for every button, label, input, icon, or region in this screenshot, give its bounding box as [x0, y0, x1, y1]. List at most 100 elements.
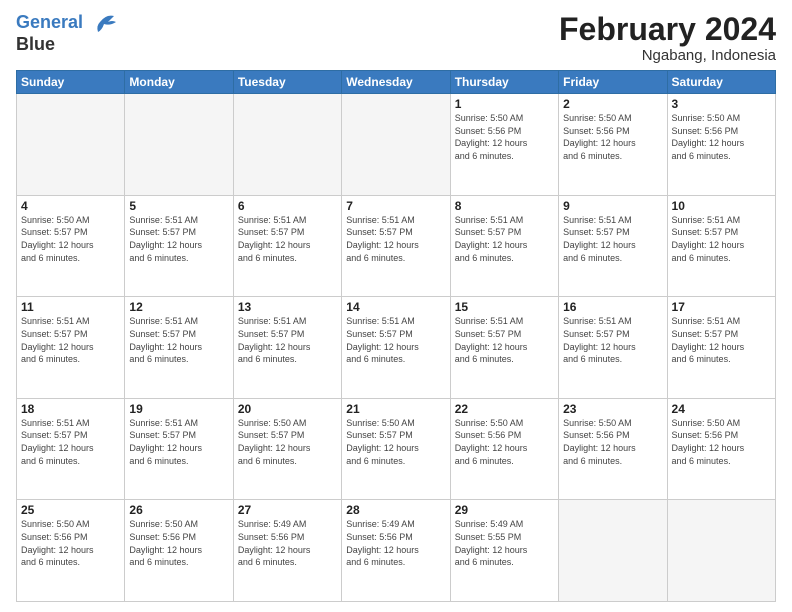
day-info: Sunrise: 5:50 AM Sunset: 5:56 PM Dayligh…	[672, 417, 771, 467]
calendar-week: 18 Sunrise: 5:51 AM Sunset: 5:57 PM Dayli…	[17, 398, 776, 500]
day-number: 4	[21, 199, 120, 213]
day-number: 22	[455, 402, 554, 416]
day-number: 6	[238, 199, 337, 213]
day-info: Sunrise: 5:49 AM Sunset: 5:56 PM Dayligh…	[238, 518, 337, 568]
day-number: 27	[238, 503, 337, 517]
logo-blue: Blue	[16, 34, 116, 55]
calendar-cell: 27Sunrise: 5:49 AM Sunset: 5:56 PM Dayli…	[233, 500, 341, 602]
calendar-cell: 21Sunrise: 5:50 AM Sunset: 5:57 PM Dayli…	[342, 398, 450, 500]
calendar-cell: 12Sunrise: 5:51 AM Sunset: 5:57 PM Dayli…	[125, 297, 233, 399]
day-info: Sunrise: 5:51 AM Sunset: 5:57 PM Dayligh…	[21, 315, 120, 365]
calendar-cell: 19Sunrise: 5:51 AM Sunset: 5:57 PM Dayli…	[125, 398, 233, 500]
day-number: 13	[238, 300, 337, 314]
calendar-cell: 23Sunrise: 5:50 AM Sunset: 5:56 PM Dayli…	[559, 398, 667, 500]
day-number: 29	[455, 503, 554, 517]
day-info: Sunrise: 5:50 AM Sunset: 5:57 PM Dayligh…	[21, 214, 120, 264]
day-info: Sunrise: 5:51 AM Sunset: 5:57 PM Dayligh…	[563, 315, 662, 365]
calendar-cell: 25Sunrise: 5:50 AM Sunset: 5:56 PM Dayli…	[17, 500, 125, 602]
calendar-cell	[342, 94, 450, 196]
calendar-week: 4Sunrise: 5:50 AM Sunset: 5:57 PM Daylig…	[17, 195, 776, 297]
day-info: Sunrise: 5:49 AM Sunset: 5:55 PM Dayligh…	[455, 518, 554, 568]
day-info: Sunrise: 5:51 AM Sunset: 5:57 PM Dayligh…	[129, 214, 228, 264]
day-number: 11	[21, 300, 120, 314]
header: General Blue February 2024 Ngabang, Indo…	[16, 12, 776, 64]
calendar-week: 25Sunrise: 5:50 AM Sunset: 5:56 PM Dayli…	[17, 500, 776, 602]
calendar-week: 1 Sunrise: 5:50 AM Sunset: 5:56 PM Daylig…	[17, 94, 776, 196]
day-number: 3	[672, 97, 771, 111]
calendar-week: 11Sunrise: 5:51 AM Sunset: 5:57 PM Dayli…	[17, 297, 776, 399]
calendar-cell: 26Sunrise: 5:50 AM Sunset: 5:56 PM Dayli…	[125, 500, 233, 602]
day-number: 24	[672, 402, 771, 416]
day-info: Sunrise: 5:50 AM Sunset: 5:56 PM Dayligh…	[672, 112, 771, 162]
day-info: Sunrise: 5:50 AM Sunset: 5:57 PM Dayligh…	[238, 417, 337, 467]
day-number: 9	[563, 199, 662, 213]
calendar-cell: 10Sunrise: 5:51 AM Sunset: 5:57 PM Dayli…	[667, 195, 775, 297]
day-info: Sunrise: 5:51 AM Sunset: 5:57 PM Dayligh…	[238, 214, 337, 264]
day-number: 1	[455, 97, 554, 111]
day-info: Sunrise: 5:51 AM Sunset: 5:57 PM Dayligh…	[563, 214, 662, 264]
day-info: Sunrise: 5:51 AM Sunset: 5:57 PM Dayligh…	[672, 214, 771, 264]
day-info: Sunrise: 5:51 AM Sunset: 5:57 PM Dayligh…	[129, 417, 228, 467]
day-info: Sunrise: 5:50 AM Sunset: 5:56 PM Dayligh…	[455, 417, 554, 467]
day-info: Sunrise: 5:49 AM Sunset: 5:56 PM Dayligh…	[346, 518, 445, 568]
calendar-cell: 8Sunrise: 5:51 AM Sunset: 5:57 PM Daylig…	[450, 195, 558, 297]
day-number: 17	[672, 300, 771, 314]
calendar-cell	[233, 94, 341, 196]
day-number: 18	[21, 402, 120, 416]
day-number: 8	[455, 199, 554, 213]
calendar-cell: 1Sunrise: 5:50 AM Sunset: 5:56 PM Daylig…	[450, 94, 558, 196]
day-number: 16	[563, 300, 662, 314]
day-number: 2	[563, 97, 662, 111]
day-number: 20	[238, 402, 337, 416]
weekday-header: Tuesday	[233, 71, 341, 94]
day-info: Sunrise: 5:51 AM Sunset: 5:57 PM Dayligh…	[346, 315, 445, 365]
day-number: 5	[129, 199, 228, 213]
subtitle: Ngabang, Indonesia	[559, 47, 776, 64]
calendar-cell	[17, 94, 125, 196]
calendar-cell	[667, 500, 775, 602]
weekday-header: Friday	[559, 71, 667, 94]
day-info: Sunrise: 5:51 AM Sunset: 5:57 PM Dayligh…	[672, 315, 771, 365]
day-info: Sunrise: 5:50 AM Sunset: 5:56 PM Dayligh…	[563, 417, 662, 467]
day-info: Sunrise: 5:51 AM Sunset: 5:57 PM Dayligh…	[455, 214, 554, 264]
logo-bird-icon	[90, 12, 116, 34]
calendar-cell: 9Sunrise: 5:51 AM Sunset: 5:57 PM Daylig…	[559, 195, 667, 297]
calendar-cell: 15Sunrise: 5:51 AM Sunset: 5:57 PM Dayli…	[450, 297, 558, 399]
calendar-cell: 24Sunrise: 5:50 AM Sunset: 5:56 PM Dayli…	[667, 398, 775, 500]
day-number: 12	[129, 300, 228, 314]
calendar-cell: 7Sunrise: 5:51 AM Sunset: 5:57 PM Daylig…	[342, 195, 450, 297]
weekday-header: Sunday	[17, 71, 125, 94]
calendar-cell: 22Sunrise: 5:50 AM Sunset: 5:56 PM Dayli…	[450, 398, 558, 500]
day-number: 15	[455, 300, 554, 314]
page: General Blue February 2024 Ngabang, Indo…	[0, 0, 792, 612]
calendar-cell: 2Sunrise: 5:50 AM Sunset: 5:56 PM Daylig…	[559, 94, 667, 196]
calendar-cell: 28Sunrise: 5:49 AM Sunset: 5:56 PM Dayli…	[342, 500, 450, 602]
day-number: 23	[563, 402, 662, 416]
calendar-cell: 3Sunrise: 5:50 AM Sunset: 5:56 PM Daylig…	[667, 94, 775, 196]
logo-general: General	[16, 12, 83, 32]
day-number: 7	[346, 199, 445, 213]
calendar-cell: 11Sunrise: 5:51 AM Sunset: 5:57 PM Dayli…	[17, 297, 125, 399]
day-number: 25	[21, 503, 120, 517]
calendar-cell: 16Sunrise: 5:51 AM Sunset: 5:57 PM Dayli…	[559, 297, 667, 399]
calendar-cell	[125, 94, 233, 196]
day-number: 19	[129, 402, 228, 416]
calendar-cell: 5Sunrise: 5:51 AM Sunset: 5:57 PM Daylig…	[125, 195, 233, 297]
title-block: February 2024 Ngabang, Indonesia	[559, 12, 776, 64]
day-number: 10	[672, 199, 771, 213]
calendar-table: SundayMondayTuesdayWednesdayThursdayFrid…	[16, 70, 776, 602]
weekday-header: Wednesday	[342, 71, 450, 94]
weekday-header: Saturday	[667, 71, 775, 94]
calendar-cell: 17Sunrise: 5:51 AM Sunset: 5:57 PM Dayli…	[667, 297, 775, 399]
calendar-cell: 29Sunrise: 5:49 AM Sunset: 5:55 PM Dayli…	[450, 500, 558, 602]
calendar-cell	[559, 500, 667, 602]
day-info: Sunrise: 5:50 AM Sunset: 5:56 PM Dayligh…	[563, 112, 662, 162]
day-info: Sunrise: 5:51 AM Sunset: 5:57 PM Dayligh…	[346, 214, 445, 264]
day-info: Sunrise: 5:51 AM Sunset: 5:57 PM Dayligh…	[129, 315, 228, 365]
day-number: 14	[346, 300, 445, 314]
day-info: Sunrise: 5:50 AM Sunset: 5:57 PM Dayligh…	[346, 417, 445, 467]
calendar-cell: 20Sunrise: 5:50 AM Sunset: 5:57 PM Dayli…	[233, 398, 341, 500]
calendar-cell: 4Sunrise: 5:50 AM Sunset: 5:57 PM Daylig…	[17, 195, 125, 297]
main-title: February 2024	[559, 12, 776, 47]
calendar-cell: 13Sunrise: 5:51 AM Sunset: 5:57 PM Dayli…	[233, 297, 341, 399]
